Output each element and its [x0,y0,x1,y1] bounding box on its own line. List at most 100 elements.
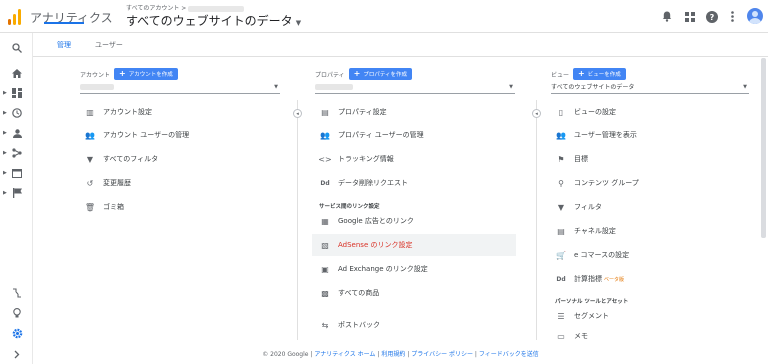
change-history-link[interactable]: ↺ 変更履歴 [84,172,131,194]
dropdown-arrow-icon[interactable]: ▼ [509,84,513,90]
filter-icon: ▼ [86,154,94,164]
plus-icon: + [353,69,361,78]
collapse-column-handle[interactable]: ◂ [293,109,302,118]
ad-exchange-linking-link[interactable]: ▣ Ad Exchange のリンク設定 [319,258,428,280]
property-user-management-link[interactable]: 👥 プロパティ ユーザーの管理 [319,124,424,146]
property-selector[interactable]: ▼ [315,82,515,94]
privacy-policy-link[interactable]: プライバシー ポリシー [411,351,473,358]
expand-rail-icon[interactable] [10,347,24,361]
page-footer: © 2020 Google | アナリティクス ホーム | 利用規約 | プライ… [33,344,768,364]
home-icon[interactable] [10,66,24,80]
dropdown-arrow-icon[interactable]: ▼ [743,84,747,90]
trash-link[interactable]: 🗑 ゴミ箱 [84,196,124,218]
ecommerce-settings-link[interactable]: 🛒 e コマースの設定 [555,244,629,266]
analytics-logo[interactable] [8,9,22,25]
tracking-info-link[interactable]: <> トラッキング情報 [318,148,394,170]
view-selector[interactable]: すべてのウェブサイトのデータ ▼ [126,12,301,29]
admin-gear-icon[interactable] [10,326,24,340]
person-icon[interactable] [10,126,24,140]
notes-label: メモ [574,332,588,340]
view-filters-label: フィルタ [574,203,602,211]
collapse-column-handle[interactable]: ◂ [532,109,541,118]
breadcrumb-account-redacted [188,5,245,12]
page-scrollbar[interactable] [761,58,766,238]
history-icon: ↺ [86,178,94,188]
lightbulb-icon[interactable] [10,306,24,320]
admin-tabs: 管理 ユーザー [33,33,768,57]
footer-separator: | [407,351,410,358]
view-settings-link[interactable]: ▯ ビューの設定 [555,101,616,123]
analytics-home-link[interactable]: アナリティクス ホーム [314,351,375,358]
terms-link[interactable]: 利用規約 [381,351,405,358]
account-column-header: アカウント + アカウントを作成 [80,68,178,80]
expand-arrow-icon[interactable]: ▶ [3,190,7,196]
account-user-management-link[interactable]: 👥 アカウント ユーザーの管理 [84,124,189,146]
all-filters-link[interactable]: ▼ すべてのフィルタ [84,148,158,170]
breadcrumb[interactable]: すべてのアカウント > [126,3,245,12]
account-user-management-label: アカウント ユーザーの管理 [103,131,190,139]
view-filters-link[interactable]: ▼ フィルタ [555,196,602,218]
content-grouping-link[interactable]: ⚲ コンテンツ グループ [555,172,639,194]
view-title[interactable]: すべてのウェブサイトのデータ [126,14,293,28]
view-column-header: ビュー + ビューを作成 [551,68,626,80]
data-deletion-link[interactable]: Dd データ削除リクエスト [319,172,408,194]
adsense-linking-label: AdSense のリンク設定 [338,241,413,249]
account-avatar[interactable] [747,8,763,24]
adsense-linking-link[interactable]: ▧ AdSense のリンク設定 [312,234,516,256]
more-vert-icon[interactable] [726,10,739,23]
tracking-info-label: トラッキング情報 [338,155,394,163]
apps-grid-icon[interactable] [683,10,696,23]
segments-link[interactable]: ☰ セグメント [555,305,609,327]
google-ads-linking-label: Google 広告とのリンク [338,217,414,225]
postbacks-label: ポストバック [338,321,380,329]
search-icon[interactable] [10,41,24,55]
goals-link[interactable]: ⚑ 目標 [555,148,588,170]
create-account-button[interactable]: + アカウントを作成 [114,68,178,80]
trash-label: ゴミ箱 [103,203,124,211]
expand-arrow-icon[interactable]: ▶ [3,150,7,156]
dropdown-arrow-icon[interactable]: ▼ [274,84,278,90]
property-heading: プロパティ [315,71,345,79]
breadcrumb-text[interactable]: すべてのアカウント > [126,5,186,12]
acquisition-icon[interactable] [10,146,24,160]
postbacks-link[interactable]: ⇆ ポストバック [319,314,380,336]
view-user-management-link[interactable]: 👥 ユーザー管理を表示 [555,124,637,146]
bell-icon[interactable] [660,10,673,23]
attribution-icon[interactable] [10,286,24,300]
view-selector[interactable]: すべてのウェブサイトのデータ ▼ [551,82,749,94]
caret-down-icon[interactable]: ▼ [296,19,301,27]
expand-arrow-icon[interactable]: ▶ [3,110,7,116]
expand-arrow-icon[interactable]: ▶ [3,130,7,136]
flag-icon: ⚑ [557,154,565,164]
content-grouping-label: コンテンツ グループ [574,179,639,187]
behavior-icon[interactable] [10,166,24,180]
account-selector[interactable]: ▼ [80,82,280,94]
google-ads-linking-link[interactable]: ▦ Google 広告とのリンク [319,210,414,232]
channel-settings-link[interactable]: ▤ チャネル設定 [555,220,616,242]
flag-icon[interactable] [10,186,24,200]
adexchange-icon: ▣ [321,264,329,274]
property-settings-link[interactable]: ▤ プロパティ設定 [319,101,386,123]
expand-arrow-icon[interactable]: ▶ [3,170,7,176]
people-icon: 👥 [85,130,95,140]
clock-icon[interactable] [10,106,24,120]
expand-arrow-icon[interactable]: ▶ [3,90,7,96]
people-icon: 👥 [556,130,566,140]
all-products-link[interactable]: ▩ すべての商品 [319,282,379,304]
channel-settings-label: チャネル設定 [574,227,616,235]
plus-icon: + [578,69,585,78]
help-icon[interactable]: ? [705,10,718,23]
dashboard-icon[interactable] [10,86,24,100]
create-view-button[interactable]: + ビューを作成 [573,68,626,80]
notes-link[interactable]: ▭ メモ [555,329,588,343]
top-header: アナリティクス すべてのアカウント > すべてのウェブサイトのデータ ▼ ? [0,0,768,33]
data-deletion-label: データ削除リクエスト [338,179,408,187]
view-heading: ビュー [551,71,570,79]
create-property-button[interactable]: + プロパティを作成 [348,68,413,80]
calculated-metrics-link[interactable]: Dd 計算指標 ベータ版 [555,268,624,290]
send-feedback-link[interactable]: フィードバックを送信 [479,351,539,358]
account-settings-link[interactable]: ▥ アカウント設定 [84,101,152,123]
footer-separator: | [377,351,380,358]
tab-users[interactable]: ユーザー [95,40,123,50]
tab-admin[interactable]: 管理 [57,40,71,50]
